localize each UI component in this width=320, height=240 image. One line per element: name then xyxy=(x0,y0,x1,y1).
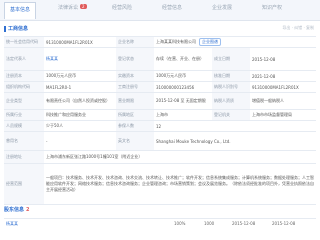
shareholder-date-2: 2015-12-08 xyxy=(272,221,296,226)
approval-value: 2021-12-08 xyxy=(252,73,276,79)
tab-label: 法律诉讼 xyxy=(58,5,79,11)
field-label: 英文名 xyxy=(116,132,154,150)
taxpayer-qualification-value: 增值税一般纳税人 xyxy=(252,98,284,103)
table-row: 注册资本 1000万元人民币 实缴资本 1000万元人民币 核准日期 2021-… xyxy=(4,70,316,81)
tab-basic-info[interactable]: 基本信息 xyxy=(4,2,36,19)
reg-no-value: 310000000123456 xyxy=(156,84,195,90)
tab-label: 经营信息 xyxy=(162,5,183,11)
paid-capital-value: 1000万元人民币 xyxy=(156,73,187,78)
table-row: 经营范围 一般项目：技术服务、技术开发、技术咨询、技术交流、技术转让、技术推广；… xyxy=(4,163,316,205)
field-label: 曾用名 xyxy=(4,132,44,150)
tab-label: 经营风险 xyxy=(112,5,133,11)
shareholder-row: 杨某某 100% 1000 2015-12-08 2015-12-08 xyxy=(4,218,316,229)
table-row: 组织机构代码 MA1FL2R0-1 工商注册号 310000000123456 … xyxy=(4,81,316,92)
field-label: 参保人数 xyxy=(116,121,154,131)
field-label: 纳税人资质 xyxy=(212,93,250,109)
tab-operation[interactable]: 经营信息 xyxy=(162,4,182,11)
legal-rep-link[interactable]: 杨某某 xyxy=(44,48,116,70)
staff-value: 少于50人 xyxy=(46,123,64,128)
field-label: 登记状态 xyxy=(116,48,154,70)
insured-value: 12 xyxy=(156,123,162,129)
type-value: 有限责任公司（自然人投资或控股） xyxy=(46,98,110,103)
field-label: 法定代表人 xyxy=(4,48,44,70)
section-title: 工商信息 xyxy=(4,25,28,32)
established-value: 2015-12-08 xyxy=(252,56,276,62)
company-graph-tag[interactable]: 企业图谱 xyxy=(199,38,221,46)
field-label: 营业期限 xyxy=(116,93,154,109)
field-label: 组织机构代码 xyxy=(4,82,44,92)
shareholder-ratio: 100% xyxy=(174,221,186,226)
field-label: 经营范围 xyxy=(4,164,44,204)
business-scope-value: 一般项目：技术服务、技术开发、技术咨询、技术交流、技术转让、技术推广；软件开发；… xyxy=(46,175,314,192)
former-name-value: - xyxy=(46,138,48,144)
region-value: 上海市 xyxy=(156,112,168,117)
table-row: 统一社会信用代码 91310000MA1FL2R01X 企业名称 上海某某科技有… xyxy=(4,36,316,47)
address-value[interactable]: 上海市浦东新区张江路1000号1幢101室（附近企业） xyxy=(44,151,316,163)
tab-label: 知识产权 xyxy=(262,5,283,11)
tab-count-badge: 2 xyxy=(80,4,87,9)
english-name-value: Shanghai Mouke Technology Co., Ltd. xyxy=(156,138,231,144)
industry-value: 科技推广和应用服务业 xyxy=(46,112,86,117)
field-label: 工商注册号 xyxy=(116,82,154,92)
shareholder-title: 股东信息 xyxy=(4,207,25,213)
company-name-value: 上海某某科技有限公司 xyxy=(156,39,196,44)
field-label: 实缴资本 xyxy=(116,71,154,81)
field-label: 登记机关 xyxy=(212,110,250,120)
tab-legal[interactable]: 法律诉讼 2 xyxy=(58,4,87,11)
section-tools[interactable]: 导出 · 纠错 · 复制 xyxy=(282,25,314,31)
table-row: 法定代表人 杨某某 登记状态 存续（在营、开业、在册） 成立日期 2015-12… xyxy=(4,47,316,70)
table-row: 所属行业 科技推广和应用服务业 所属地区 上海市 登记机关 上海市市场监督管理局 xyxy=(4,109,316,120)
tab-ip[interactable]: 知识产权 xyxy=(262,4,282,11)
field-label: 人员规模 xyxy=(4,121,44,131)
table-row: 企业类型 有限责任公司（自然人投资或控股） 营业期限 2015-12-08 至 … xyxy=(4,92,316,109)
field-label: 纳税人识别号 xyxy=(212,82,250,92)
tab-bar: 基本信息 法律诉讼 2 经营风险 经营信息 企业发展 知识产权 xyxy=(0,0,320,21)
field-label: 核准日期 xyxy=(212,71,250,81)
org-code-value: MA1FL2R0-1 xyxy=(46,84,72,90)
shareholder-amount: 1000 xyxy=(204,221,215,226)
shareholder-section-title: 股东信息 2 xyxy=(4,206,30,213)
tab-label: 企业发展 xyxy=(212,5,233,11)
shareholder-count: 2 xyxy=(26,207,30,213)
field-label: 所属行业 xyxy=(4,110,44,120)
field-label: 注册资本 xyxy=(4,71,44,81)
field-label: 所属地区 xyxy=(116,110,154,120)
business-info-table: 统一社会信用代码 91310000MA1FL2R01X 企业名称 上海某某科技有… xyxy=(4,36,316,205)
taxpayer-value: 91310000MA1FL2R01X xyxy=(252,84,299,90)
credit-code-value: 91310000MA1FL2R01X xyxy=(46,39,93,45)
tab-label: 基本信息 xyxy=(9,7,30,13)
table-row: 曾用名 - 英文名 Shanghai Mouke Technology Co.,… xyxy=(4,131,316,150)
authority-value: 上海市市场监督管理局 xyxy=(252,112,292,117)
company-name-cell: 上海某某科技有限公司 企业图谱 xyxy=(154,37,316,47)
field-label: 企业类型 xyxy=(4,93,44,109)
table-row: 注册地址 上海市浦东新区张江路1000号1幢101室（附近企业） xyxy=(4,150,316,163)
company-profile-page: 基本信息 法律诉讼 2 经营风险 经营信息 企业发展 知识产权 工商信息 导出 ·… xyxy=(0,0,320,240)
status-value: 存续（在营、开业、在册） xyxy=(156,56,204,61)
tab-risk[interactable]: 经营风险 xyxy=(112,4,132,11)
tab-development[interactable]: 企业发展 xyxy=(212,4,232,11)
table-row: 人员规模 少于50人 参保人数 12 xyxy=(4,120,316,131)
field-label: 企业名称 xyxy=(116,37,154,47)
shareholder-name-link[interactable]: 杨某某 xyxy=(6,221,18,227)
shareholder-date: 2015-12-08 xyxy=(232,221,256,226)
field-label: 成立日期 xyxy=(212,48,250,70)
field-label: 统一社会信用代码 xyxy=(4,37,44,47)
term-value: 2015-12-08 至 无固定期限 xyxy=(156,98,206,103)
field-label: 注册地址 xyxy=(4,151,44,163)
reg-capital-value: 1000万元人民币 xyxy=(46,73,77,78)
